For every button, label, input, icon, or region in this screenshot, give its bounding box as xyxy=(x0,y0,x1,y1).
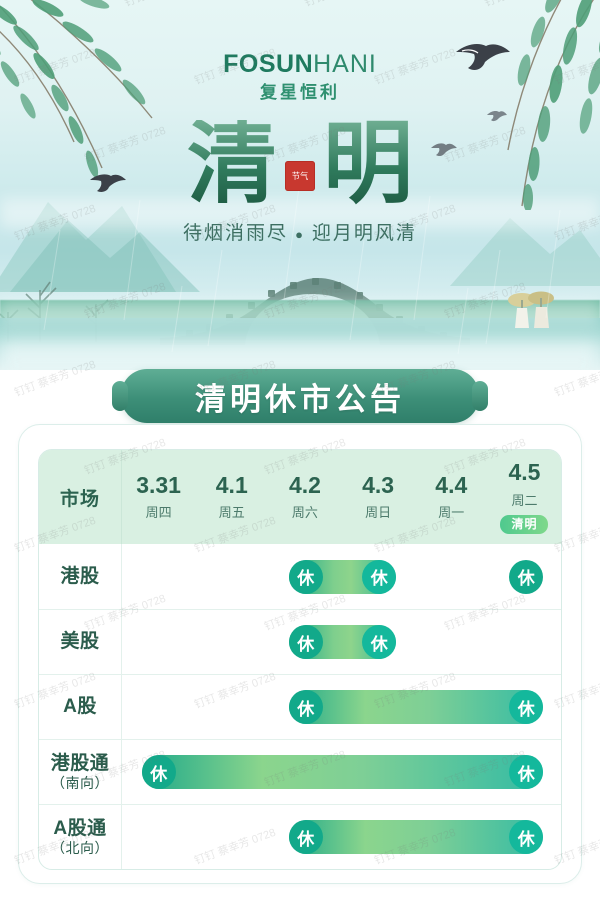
table-cell xyxy=(342,740,415,804)
subtitle-left: 待烟消雨尽 xyxy=(183,223,289,244)
market-name: 美股 xyxy=(60,631,100,653)
table-header-day-3.31: 3.31 周四 xyxy=(122,450,196,544)
table-cell xyxy=(268,610,341,674)
table-row: 美股休休 xyxy=(39,609,561,674)
table-row: A股休休 xyxy=(39,674,561,739)
table-cell xyxy=(122,544,195,609)
table-header-day-4.4: 4.4 周一 xyxy=(414,450,488,544)
table-row-market-label: 美股 xyxy=(39,610,122,674)
table-row-market-label: 港股 xyxy=(39,544,122,609)
table-cell xyxy=(195,740,268,804)
subtitle-separator-dot: ● xyxy=(295,226,305,242)
festival-title-char-1: 清 xyxy=(187,115,277,214)
table-header-day-4.3: 4.3 周日 xyxy=(341,450,415,544)
table-row: A股通 （北向）休休 xyxy=(39,804,561,869)
day-date: 4.5 xyxy=(508,459,541,486)
brand-logo-en-primary: FOSUN xyxy=(223,50,314,78)
seal-stamp-icon: 节气 xyxy=(285,161,315,191)
brand-logo-en: FOSUNHANI xyxy=(0,52,600,77)
table-row-market-label: 港股通 （南向） xyxy=(39,740,122,804)
market-name: A股 xyxy=(63,696,97,718)
table-cell xyxy=(342,675,415,739)
table-cell xyxy=(415,610,488,674)
brand-logo-cn: 复星恒利 xyxy=(260,83,340,102)
table-cell xyxy=(268,740,341,804)
market-direction: （北向） xyxy=(51,840,109,857)
festival-badge: 清明 xyxy=(500,514,549,534)
table-cell xyxy=(415,805,488,869)
table-cell xyxy=(122,740,195,804)
table-cell xyxy=(268,675,341,739)
day-weekday: 周一 xyxy=(438,505,465,521)
seal-stamp-text: 节气 xyxy=(291,171,309,181)
table-row-market-label: A股 xyxy=(39,675,122,739)
table-row-market-label: A股通 （北向） xyxy=(39,805,122,869)
table-cell xyxy=(415,544,488,609)
announcement-banner-title: 清明休市公告 xyxy=(195,381,405,417)
mist-band-3 xyxy=(0,342,600,370)
table-header-day-4.5: 4.5 周二清明 xyxy=(487,450,561,544)
table-cell xyxy=(195,675,268,739)
table-cell xyxy=(415,675,488,739)
day-date: 4.4 xyxy=(435,471,468,498)
festival-title: 清 节气 明 xyxy=(0,120,600,210)
day-date: 4.2 xyxy=(288,471,321,498)
brand-logo-en-secondary: HANI xyxy=(313,50,377,78)
brand-logo: FOSUNHANI 复星恒利 xyxy=(0,52,600,102)
table-cell xyxy=(342,544,415,609)
table-cell xyxy=(415,740,488,804)
hero-illustration: FOSUNHANI 复星恒利 清 节气 明 待烟消雨尽 ● 迎月明风清 xyxy=(0,0,600,370)
table-cell xyxy=(195,610,268,674)
day-weekday: 周六 xyxy=(291,505,318,521)
table-cell xyxy=(488,740,561,804)
table-row: 港股通 （南向）休休 xyxy=(39,739,561,804)
table-header-market-label: 市场 xyxy=(39,450,122,544)
subtitle-right: 迎月明风清 xyxy=(311,223,417,244)
market-name: 港股通 xyxy=(50,752,110,774)
table-cell xyxy=(195,544,268,609)
table-cell xyxy=(195,805,268,869)
market-name: 港股 xyxy=(60,565,100,587)
day-date: 4.1 xyxy=(215,471,248,498)
announcement-banner: 清明休市公告 xyxy=(112,369,488,423)
table-cell xyxy=(122,610,195,674)
market-name: A股通 xyxy=(53,817,107,839)
day-date: 4.3 xyxy=(362,471,395,498)
table-header-day-4.1: 4.1 周五 xyxy=(195,450,269,544)
table-cell xyxy=(488,805,561,869)
umbrella-figures-icon xyxy=(508,291,554,328)
day-weekday: 周五 xyxy=(218,505,245,521)
market-direction: （南向） xyxy=(51,775,109,792)
table-cell xyxy=(122,675,195,739)
table-cell xyxy=(268,805,341,869)
table-cell xyxy=(268,544,341,609)
table-row: 港股休休休 xyxy=(39,544,561,609)
day-weekday: 周四 xyxy=(145,505,172,521)
holiday-schedule-table: 市场 3.31 周四 4.1 周五 4.2 周六 4.3 周日 4.4 周一 4.5 周二清明 港股休… xyxy=(38,449,562,870)
table-cell xyxy=(488,675,561,739)
table-cell xyxy=(122,805,195,869)
festival-subtitle: 待烟消雨尽 ● 迎月明风清 xyxy=(0,218,600,245)
table-header-row: 市场 3.31 周四 4.1 周五 4.2 周六 4.3 周日 4.4 周一 4.5 周二清明 xyxy=(39,450,561,544)
day-weekday: 周二 xyxy=(511,492,538,508)
table-cell xyxy=(342,805,415,869)
table-header-day-4.2: 4.2 周六 xyxy=(268,450,342,544)
day-date: 3.31 xyxy=(136,471,181,498)
table-cell xyxy=(488,544,561,609)
day-weekday: 周日 xyxy=(365,505,392,521)
table-cell xyxy=(342,610,415,674)
festival-title-char-2: 明 xyxy=(323,115,413,214)
table-cell xyxy=(488,610,561,674)
